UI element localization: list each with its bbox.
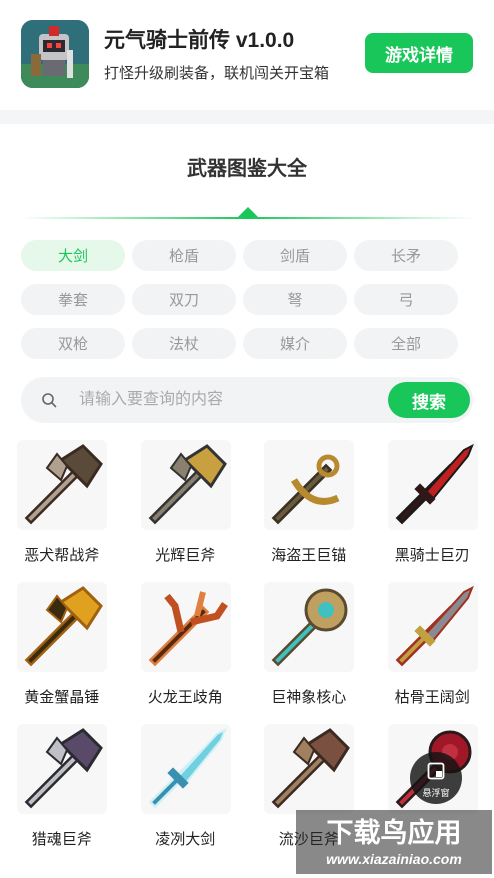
weapon-name: 恶犬帮战斧: [24, 547, 100, 564]
category-chips: 大剑 枪盾 剑盾 长矛 拳套 双刀 弩 弓 双枪 法杖 媒介 全部: [21, 240, 459, 359]
section-divider: [0, 110, 494, 124]
category-chip-jiandun[interactable]: 剑盾: [243, 240, 347, 271]
weapon-name: 黑骑士巨刃: [394, 547, 470, 564]
game-detail-button[interactable]: 游戏详情: [365, 33, 473, 73]
watermark: 下载鸟应用 www.xiazainiao.com: [296, 810, 492, 874]
category-chip-fazhang[interactable]: 法杖: [132, 328, 236, 359]
weapon-item[interactable]: 枯骨王阔剑: [371, 578, 494, 720]
floating-window-icon: [427, 762, 445, 780]
category-chip-quantao[interactable]: 拳套: [21, 284, 125, 315]
category-chip-shuangqiang[interactable]: 双枪: [21, 328, 125, 359]
category-chip-gong[interactable]: 弓: [354, 284, 458, 315]
app-subtitle: 打怪升级刷装备，联机闯关开宝箱: [104, 65, 330, 82]
gold-crab-hammer-icon: [17, 582, 107, 672]
watermark-title: 下载鸟应用: [327, 817, 462, 848]
knight-character-icon[interactable]: [21, 20, 89, 88]
core-staff-icon: [264, 582, 354, 672]
search-icon: [42, 393, 57, 408]
weapon-name: 海盗王巨锚: [271, 547, 347, 564]
weapon-name: 火龙王歧角: [147, 689, 223, 706]
quicksand-axe-icon: [264, 724, 354, 814]
category-chip-shuangdao[interactable]: 双刀: [132, 284, 236, 315]
watermark-url: www.xiazainiao.com: [326, 851, 462, 867]
section-title: 武器图鉴大全: [187, 158, 307, 180]
weapon-name: 巨神象核心: [271, 689, 347, 706]
fire-dragon-horn-icon: [140, 582, 231, 672]
weapon-item[interactable]: 海盗王巨锚: [247, 436, 371, 578]
weapon-item[interactable]: 黄金蟹晶锤: [0, 578, 124, 720]
red-black-blade-icon: [387, 440, 478, 530]
weapon-name: 光辉巨斧: [155, 547, 216, 564]
category-chip-qiangdun[interactable]: 枪盾: [132, 240, 236, 271]
floating-window-label: 悬浮窗: [422, 788, 450, 798]
dark-battle-axe-icon: [17, 440, 107, 530]
weapon-item[interactable]: 恶犬帮战斧: [0, 436, 124, 578]
search-button[interactable]: 搜索: [388, 382, 470, 418]
floating-window-button[interactable]: 悬浮窗: [410, 752, 462, 804]
weapon-name: 凌冽大剑: [155, 831, 216, 848]
title-underline: [20, 217, 474, 219]
app-header: 元气骑士前传 v1.0.0 打怪升级刷装备，联机闯关开宝箱 游戏详情: [0, 0, 494, 110]
weapon-item[interactable]: 凌冽大剑: [124, 720, 248, 862]
golden-axe-icon: [140, 440, 231, 530]
weapon-item[interactable]: 光辉巨斧: [124, 436, 248, 578]
soul-hunter-axe-icon: [17, 724, 107, 814]
weapon-name: 猎魂巨斧: [31, 831, 92, 848]
title-caret-icon: [238, 207, 258, 217]
category-chip-nu[interactable]: 弩: [243, 284, 347, 315]
category-chip-dajian[interactable]: 大剑: [21, 240, 125, 271]
bone-king-sword-icon: [387, 582, 478, 672]
weapon-item[interactable]: 巨神象核心: [247, 578, 371, 720]
category-chip-quanbu[interactable]: 全部: [354, 328, 458, 359]
weapon-name: 枯骨王阔剑: [394, 689, 470, 706]
weapon-name: 黄金蟹晶锤: [24, 689, 100, 706]
category-chip-meijie[interactable]: 媒介: [243, 328, 347, 359]
anchor-icon: [264, 440, 354, 530]
ice-greatsword-icon: [140, 724, 231, 814]
app-title: 元气骑士前传 v1.0.0: [104, 29, 295, 52]
weapon-item[interactable]: 黑骑士巨刃: [371, 436, 494, 578]
category-chip-changmao[interactable]: 长矛: [354, 240, 458, 271]
weapon-item[interactable]: 火龙王歧角: [124, 578, 248, 720]
search-input[interactable]: [79, 383, 379, 417]
weapon-item[interactable]: 猎魂巨斧: [0, 720, 124, 862]
search-bar: 搜索: [21, 377, 473, 423]
